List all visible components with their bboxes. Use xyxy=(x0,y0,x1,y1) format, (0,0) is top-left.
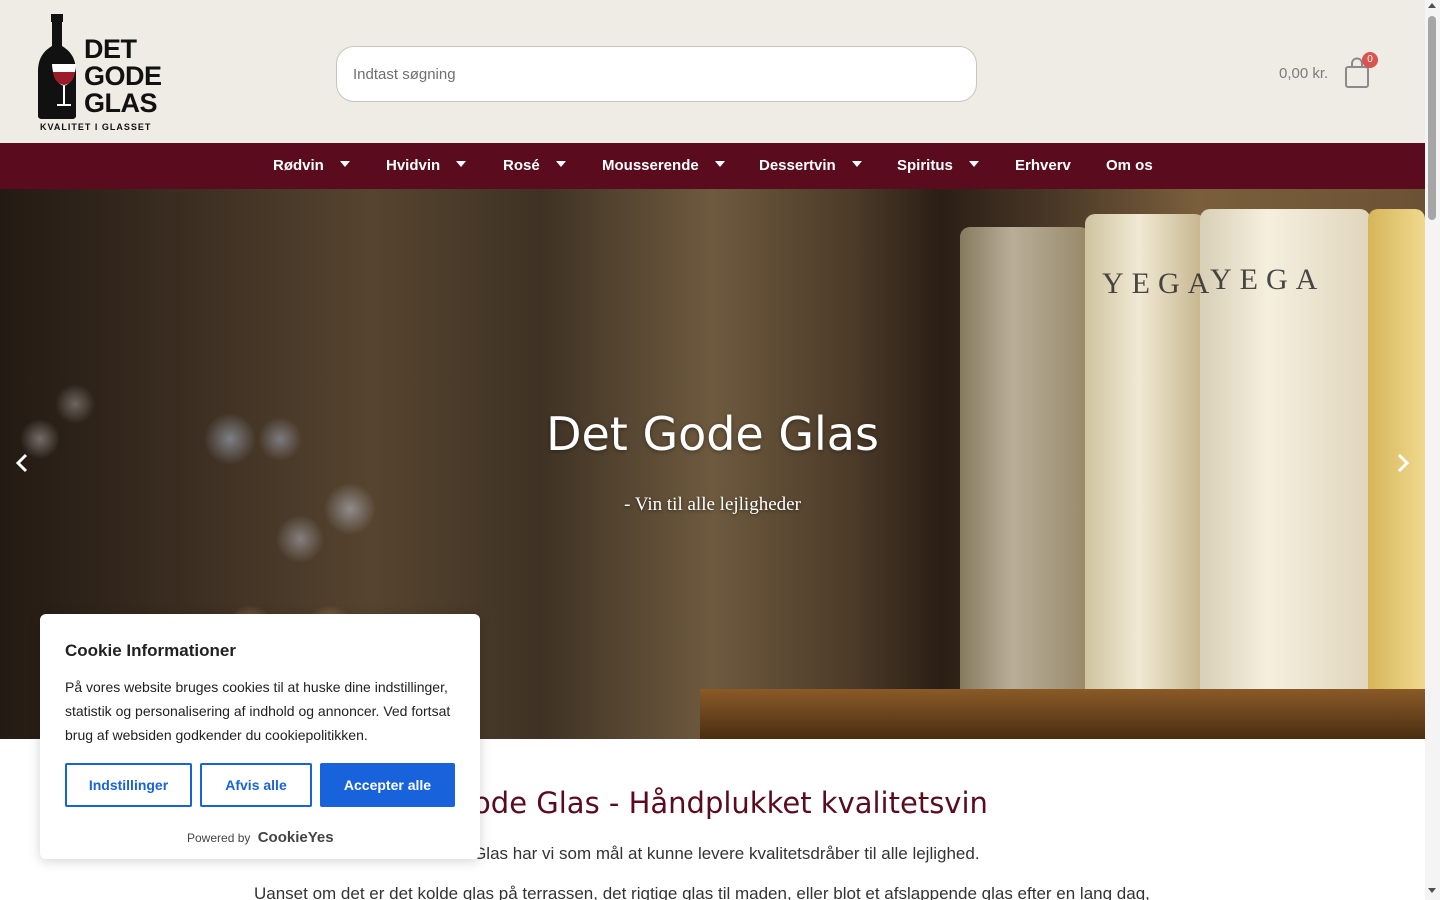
wine-bottle-logo-icon xyxy=(38,14,76,119)
logo-line-1: DET xyxy=(84,34,137,64)
logo-line-3: GLAS xyxy=(84,88,158,118)
nav-item-spiritus[interactable]: Spiritus xyxy=(897,143,979,189)
nav-label: Spiritus xyxy=(897,157,953,174)
nav-item-rodvin[interactable]: Rødvin xyxy=(273,143,350,189)
cookieyes-logo[interactable]: CookieYes xyxy=(258,829,334,846)
logo-tagline: KVALITET I GLASSET xyxy=(40,122,152,132)
bottle-label: YEGA xyxy=(1102,267,1218,300)
site-logo[interactable]: DET GODE GLAS KVALITET I GLASSET xyxy=(38,14,162,134)
nav-label: Mousserende xyxy=(602,157,699,174)
nav-item-erhverv[interactable]: Erhverv xyxy=(1015,143,1071,189)
hero-shelf-image xyxy=(700,689,1425,739)
cookie-accept-all-button[interactable]: Accepter alle xyxy=(320,763,455,807)
content-paragraph: Uanset om det er det kolde glas på terra… xyxy=(254,884,1150,900)
nav-label: Om os xyxy=(1106,157,1153,174)
caret-down-icon xyxy=(555,161,566,168)
caret-down-icon xyxy=(714,161,725,168)
main-navigation: Rødvin Hvidvin Rosé Mousserende Dessertv… xyxy=(0,143,1425,189)
chevron-right-icon[interactable] xyxy=(1390,451,1414,475)
content-paragraph: ode Glas har vi som mål at kunne levere … xyxy=(440,844,980,863)
logo-line-2: GODE xyxy=(84,61,162,91)
cookie-reject-all-button[interactable]: Afvis alle xyxy=(200,763,312,807)
caret-down-icon xyxy=(339,161,350,168)
nav-label: Erhverv xyxy=(1015,157,1071,174)
cookie-settings-button[interactable]: Indstillinger xyxy=(65,763,192,807)
nav-label: Hvidvin xyxy=(386,157,441,174)
page: DET GODE GLAS KVALITET I GLASSET 0,00 kr… xyxy=(0,0,1440,900)
scroll-down-arrow-icon[interactable] xyxy=(1428,888,1436,893)
nav-item-dessertvin[interactable]: Dessertvin xyxy=(759,143,862,189)
search-input[interactable] xyxy=(336,46,977,102)
nav-item-rose[interactable]: Rosé xyxy=(503,143,566,189)
cart-count-badge: 0 xyxy=(1362,52,1378,68)
page-scrollbar[interactable] xyxy=(1425,0,1440,900)
nav-label: Rødvin xyxy=(273,157,324,174)
hero-title: Det Gode Glas xyxy=(546,407,879,461)
scrollbar-thumb[interactable] xyxy=(1428,16,1436,220)
caret-down-icon xyxy=(851,161,862,168)
bottle-label: YEGA xyxy=(1210,263,1326,296)
nav-item-mousserende[interactable]: Mousserende xyxy=(602,143,725,189)
hero-bottle-image xyxy=(960,227,1090,707)
hero-subtitle: - Vin til alle lejligheder xyxy=(624,494,801,515)
site-header: DET GODE GLAS KVALITET I GLASSET 0,00 kr… xyxy=(0,0,1425,143)
powered-by: Powered by CookieYes xyxy=(187,829,334,846)
nav-label: Rosé xyxy=(503,157,540,174)
cookie-description: På vores website bruges cookies til at h… xyxy=(65,679,451,743)
scroll-up-arrow-icon[interactable] xyxy=(1428,3,1436,8)
nav-item-om-os[interactable]: Om os xyxy=(1106,143,1153,189)
nav-label: Dessertvin xyxy=(759,157,836,174)
powered-by-label: Powered by xyxy=(187,831,251,845)
chevron-left-icon[interactable] xyxy=(11,451,35,475)
cookie-consent-banner: Cookie Informationer På vores website br… xyxy=(40,614,480,859)
caret-down-icon xyxy=(456,161,467,168)
logo-wordmark: DET GODE GLAS xyxy=(84,36,162,117)
cart-total[interactable]: 0,00 kr. xyxy=(1279,65,1328,82)
nav-item-hvidvin[interactable]: Hvidvin xyxy=(386,143,467,189)
caret-down-icon xyxy=(968,161,979,168)
cookie-title: Cookie Informationer xyxy=(65,641,236,660)
content-heading: t Gode Glas - Håndplukket kvalitetsvin xyxy=(430,786,988,820)
